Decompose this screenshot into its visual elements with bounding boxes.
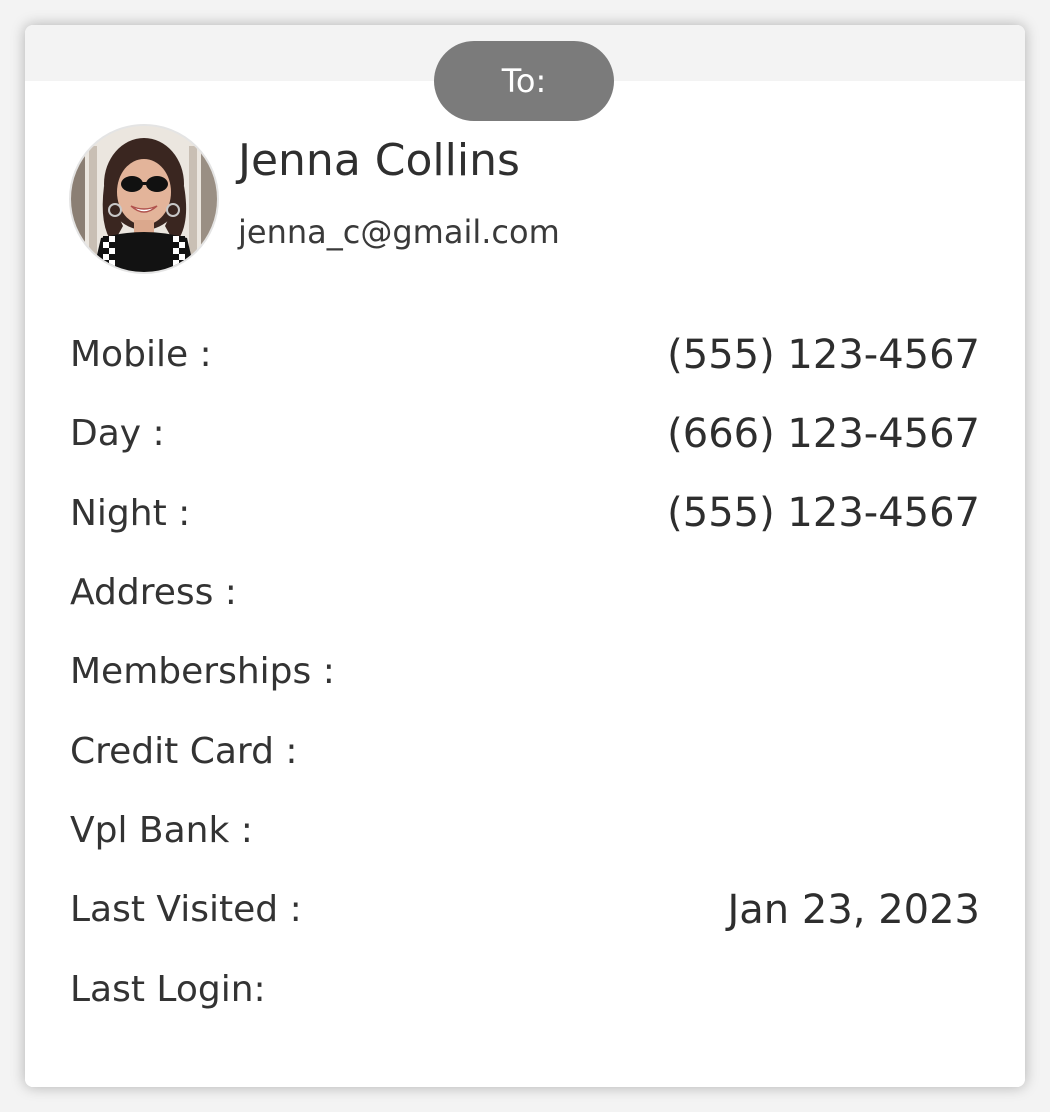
detail-value[interactable]: (666) 123-4567 — [667, 411, 980, 457]
detail-row-last-visited: Last Visited : Jan 23, 2023 — [70, 870, 980, 949]
detail-row-address: Address : — [70, 553, 980, 632]
detail-row-night: Night : (555) 123-4567 — [70, 474, 980, 553]
detail-label: Address : — [70, 572, 237, 614]
detail-value[interactable]: (555) 123-4567 — [667, 332, 980, 378]
detail-row-day: Day : (666) 123-4567 — [70, 394, 980, 473]
detail-label: Vpl Bank : — [70, 809, 253, 851]
contact-email[interactable]: jenna_c@gmail.com — [238, 213, 560, 251]
to-recipient-button[interactable]: To: — [434, 41, 614, 121]
detail-value: Jan 23, 2023 — [727, 886, 981, 933]
detail-row-credit-card: Credit Card : — [70, 711, 980, 790]
detail-row-vpl-bank: Vpl Bank : — [70, 791, 980, 870]
detail-row-memberships: Memberships : — [70, 632, 980, 711]
detail-label: Last Visited : — [70, 889, 302, 931]
avatar — [69, 124, 219, 274]
detail-label: Night : — [70, 492, 191, 534]
detail-row-last-login: Last Login: — [70, 949, 980, 1028]
detail-label: Day : — [70, 413, 165, 455]
profile-photo-icon — [71, 126, 217, 272]
contact-card-window: To: Jenna Collins jenna_c@gmail.com Mobi… — [25, 25, 1025, 1087]
detail-label: Last Login: — [70, 968, 266, 1010]
detail-row-mobile: Mobile : (555) 123-4567 — [70, 315, 980, 394]
contact-details-list: Mobile : (555) 123-4567 Day : (666) 123-… — [70, 315, 980, 1029]
detail-label: Credit Card : — [70, 730, 298, 772]
detail-label: Memberships : — [70, 651, 335, 693]
contact-name: Jenna Collins — [238, 135, 520, 186]
detail-label: Mobile : — [70, 334, 212, 376]
detail-value[interactable]: (555) 123-4567 — [667, 490, 980, 536]
